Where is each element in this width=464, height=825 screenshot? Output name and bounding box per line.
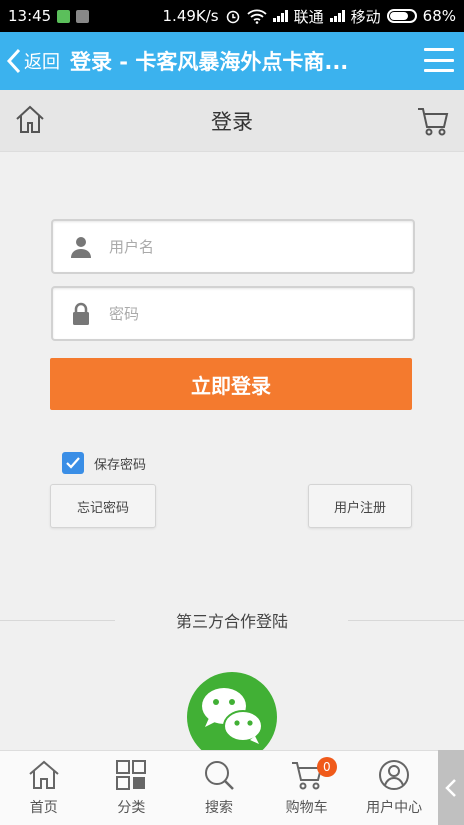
menu-icon[interactable]	[424, 48, 454, 72]
status-time: 13:45	[8, 7, 52, 25]
tab-label: 首页	[29, 800, 58, 816]
tab-label: 分类	[117, 800, 146, 816]
status-bar: 13:45 1.49K/s 联通 移动 68%	[0, 0, 464, 32]
forgot-password-button[interactable]: 忘记密码	[50, 484, 156, 528]
page-title: 登录 - 卡客风暴海外点卡商...	[70, 50, 349, 74]
tab-label: 用户中心	[366, 800, 423, 816]
user-icon	[379, 760, 410, 790]
carrier-2: 移动	[350, 7, 381, 26]
tab-cart[interactable]: 0 购物车	[263, 751, 351, 825]
home-button[interactable]	[14, 104, 46, 140]
tab-category[interactable]: 分类	[88, 751, 176, 825]
sub-header-title: 登录	[211, 109, 253, 134]
tab-home[interactable]: 首页	[0, 751, 88, 825]
home-icon	[16, 105, 44, 133]
grid-icon	[116, 760, 147, 790]
checkmark-icon	[66, 457, 80, 469]
wechat-login-button[interactable]	[187, 672, 277, 762]
password-input[interactable]	[109, 304, 389, 323]
search-icon	[204, 761, 234, 790]
cart-button[interactable]	[416, 104, 450, 142]
signal-icon	[272, 10, 288, 22]
remember-checkbox[interactable]	[62, 452, 84, 474]
battery-percent: 68%	[422, 7, 456, 25]
username-input[interactable]	[109, 237, 389, 256]
user-icon	[71, 236, 91, 258]
login-button[interactable]: 立即登录	[50, 358, 412, 410]
remember-label: 保存密码	[94, 457, 147, 473]
carrier-1: 联通	[293, 7, 324, 26]
side-collapse-button[interactable]	[438, 750, 464, 825]
wechat-icon	[202, 688, 263, 744]
cart-badge: 0	[316, 757, 337, 777]
app-notification-icon	[57, 9, 71, 23]
tab-user-center[interactable]: 用户中心	[350, 751, 438, 825]
back-label: 返回	[24, 52, 60, 73]
lock-icon	[73, 302, 89, 325]
tab-label: 购物车	[285, 800, 328, 816]
battery-icon	[386, 9, 417, 23]
home-icon	[29, 760, 59, 789]
alarm-icon	[226, 10, 239, 24]
tab-search[interactable]: 搜索	[175, 751, 263, 825]
chevron-left-icon	[6, 48, 21, 74]
sub-header: 登录	[0, 90, 464, 152]
remember-password[interactable]: 保存密码	[62, 452, 146, 474]
third-party-title: 第三方合作登陆	[175, 612, 288, 631]
password-field-box	[51, 286, 415, 341]
app-header: 返回 登录 - 卡客风暴海外点卡商...	[0, 32, 464, 90]
cart-icon	[418, 108, 449, 136]
image-notification-icon	[76, 9, 90, 23]
chevron-left-icon	[445, 778, 456, 797]
back-button[interactable]: 返回	[0, 48, 60, 74]
wifi-icon	[247, 9, 267, 24]
signal-icon-2	[329, 10, 345, 22]
tab-label: 搜索	[204, 800, 233, 816]
register-button[interactable]: 用户注册	[308, 484, 412, 528]
username-field-box	[51, 219, 415, 274]
bottom-tab-bar: 首页 分类 搜索 0 购物车 用户中心	[0, 750, 438, 825]
network-speed: 1.49K/s	[162, 7, 219, 25]
